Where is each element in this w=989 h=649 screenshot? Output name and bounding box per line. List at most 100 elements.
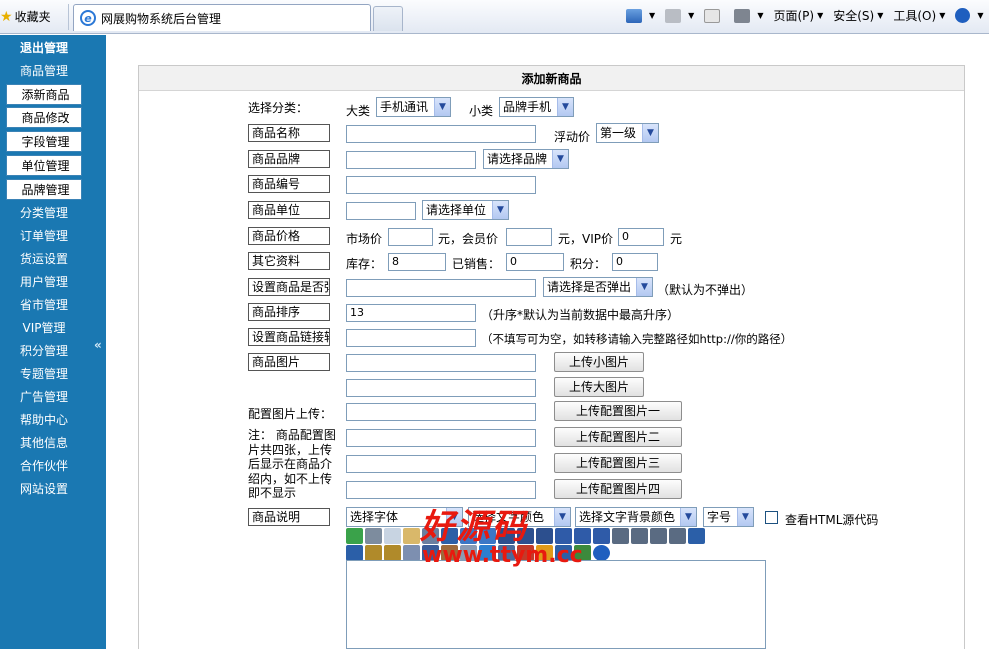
print-icon [734, 8, 751, 23]
home-button[interactable]: ▼ [626, 8, 655, 23]
sort-label: 商品排序 [248, 303, 330, 321]
popup-label: 设置商品是否弹出 [248, 278, 330, 296]
cut-icon[interactable] [365, 528, 382, 544]
vip-price-input[interactable]: 0 [618, 228, 664, 246]
sidebar-item-vip[interactable]: VIP管理 [6, 317, 82, 338]
goods-unit-label: 商品单位 [248, 201, 330, 219]
font-size-select[interactable]: 字号 ▼ [703, 507, 754, 527]
print-button[interactable]: ▼ [734, 8, 763, 23]
help-button[interactable]: ▼ [955, 8, 984, 23]
numbered-list-icon[interactable] [631, 528, 648, 544]
safety-menu[interactable]: 安全(S) ▼ [833, 7, 883, 24]
description-editor[interactable] [346, 560, 766, 649]
upload-extra-image-2-button[interactable]: 上传配置图片二 [554, 427, 682, 447]
goods-unit-input[interactable] [346, 202, 416, 220]
upload-small-image-button[interactable]: 上传小图片 [554, 352, 644, 372]
extra-image-4-input[interactable] [346, 481, 536, 499]
sidebar-item-categories[interactable]: 分类管理 [6, 202, 82, 223]
sidebar-item-fields[interactable]: 字段管理 [6, 131, 82, 152]
favorites-button[interactable]: ★ 收藏夹 [0, 8, 51, 25]
upload-big-image-button[interactable]: 上传大图片 [554, 377, 644, 397]
brand-select[interactable]: 请选择品牌 ▼ [483, 149, 569, 169]
indent-icon[interactable] [669, 528, 686, 544]
star-icon: ★ [0, 8, 13, 25]
sidebar-item-other-info[interactable]: 其他信息 [6, 432, 82, 453]
upload-extra-image-1-button[interactable]: 上传配置图片一 [554, 401, 682, 421]
mail-button[interactable] [704, 8, 724, 23]
help-icon [955, 8, 971, 23]
chevron-down-icon: ▼ [552, 150, 568, 168]
extra-image-2-input[interactable] [346, 429, 536, 447]
rss-icon [665, 8, 682, 23]
goods-brand-input[interactable] [346, 151, 476, 169]
feeds-button[interactable]: ▼ [665, 8, 694, 23]
paste-icon[interactable] [403, 528, 420, 544]
collapse-icon[interactable]: « [94, 338, 102, 352]
mail-icon [704, 8, 721, 23]
outdent-icon[interactable] [650, 528, 667, 544]
sidebar-item-users[interactable]: 用户管理 [6, 271, 82, 292]
sold-input[interactable]: 0 [506, 253, 564, 271]
popup-select[interactable]: 请选择是否弹出 ▼ [543, 277, 653, 297]
web-unlink-icon[interactable] [384, 545, 401, 561]
watermark: 好源码 www.ttym.cc [420, 507, 583, 568]
sidebar-item-shipping[interactable]: 货运设置 [6, 248, 82, 269]
horizontal-rule-icon[interactable] [688, 528, 705, 544]
table-insert-icon[interactable] [403, 545, 420, 561]
upload-extra-image-4-button[interactable]: 上传配置图片四 [554, 479, 682, 499]
tools-menu[interactable]: 工具(O) ▼ [893, 7, 945, 24]
stock-input[interactable]: 8 [388, 253, 446, 271]
small-category-select[interactable]: 品牌手机 ▼ [499, 97, 574, 117]
upload-extra-image-3-button[interactable]: 上传配置图片三 [554, 453, 682, 473]
clear-format-icon[interactable] [346, 528, 363, 544]
sidebar-item-edit-goods[interactable]: 商品修改 [6, 107, 82, 128]
align-right-icon[interactable] [593, 528, 610, 544]
bg-color-select[interactable]: 选择文字背景颜色 ▼ [575, 507, 697, 527]
vip-price-label: 元，VIP价 [558, 232, 613, 246]
sidebar-item-points[interactable]: 积分管理 [6, 340, 82, 361]
view-source-checkbox[interactable] [765, 511, 778, 524]
chevron-down-icon: ▼ [557, 98, 573, 116]
float-price-select[interactable]: 第一级 ▼ [596, 123, 659, 143]
sidebar-item-help[interactable]: 帮助中心 [6, 409, 82, 430]
sidebar-item-orders[interactable]: 订单管理 [6, 225, 82, 246]
sidebar-item-topics[interactable]: 专题管理 [6, 363, 82, 384]
other-info-label: 其它资料 [248, 252, 330, 270]
points-input[interactable]: 0 [612, 253, 658, 271]
sidebar-item-units[interactable]: 单位管理 [6, 155, 82, 176]
sidebar-item-add-goods[interactable]: 添新商品 [6, 84, 82, 105]
copy-icon[interactable] [384, 528, 401, 544]
sidebar-item-logout[interactable]: 退出管理 [6, 37, 82, 58]
big-image-input[interactable] [346, 379, 536, 397]
sidebar-item-brands[interactable]: 品牌管理 [6, 179, 82, 200]
view-source-label: 查看HTML源代码 [785, 513, 879, 527]
link-input[interactable] [346, 329, 476, 347]
sidebar-item-goods[interactable]: 商品管理 [6, 60, 82, 81]
sidebar-item-site-settings[interactable]: 网站设置 [6, 478, 82, 499]
small-image-input[interactable] [346, 354, 536, 372]
sidebar-item-regions[interactable]: 省市管理 [6, 294, 82, 315]
sidebar-item-ads[interactable]: 广告管理 [6, 386, 82, 407]
popup-input[interactable] [346, 279, 536, 297]
page-menu[interactable]: 页面(P) ▼ [773, 7, 823, 24]
new-tab-button[interactable] [373, 6, 403, 31]
minus-icon[interactable] [346, 545, 363, 561]
extra-image-1-input[interactable] [346, 403, 536, 421]
sold-label: 已销售： [452, 257, 501, 271]
toolbar-separator [68, 4, 69, 30]
extra-image-3-input[interactable] [346, 455, 536, 473]
goods-brand-label: 商品品牌 [248, 150, 330, 168]
market-price-input[interactable] [388, 228, 433, 246]
goods-name-input[interactable] [346, 125, 536, 143]
sidebar-item-partners[interactable]: 合作伙伴 [6, 455, 82, 476]
sort-input[interactable]: 13 [346, 304, 476, 322]
goods-code-input[interactable] [346, 176, 536, 194]
tab-title: 网展购物系统后台管理 [101, 11, 222, 26]
big-category-select[interactable]: 手机通讯 ▼ [376, 97, 451, 117]
browser-tab[interactable]: e 网展购物系统后台管理 [73, 4, 371, 31]
bulleted-list-icon[interactable] [612, 528, 629, 544]
help-icon[interactable] [593, 545, 610, 561]
web-link-icon[interactable] [365, 545, 382, 561]
unit-select[interactable]: 请选择单位 ▼ [422, 200, 509, 220]
member-price-input[interactable] [506, 228, 552, 246]
